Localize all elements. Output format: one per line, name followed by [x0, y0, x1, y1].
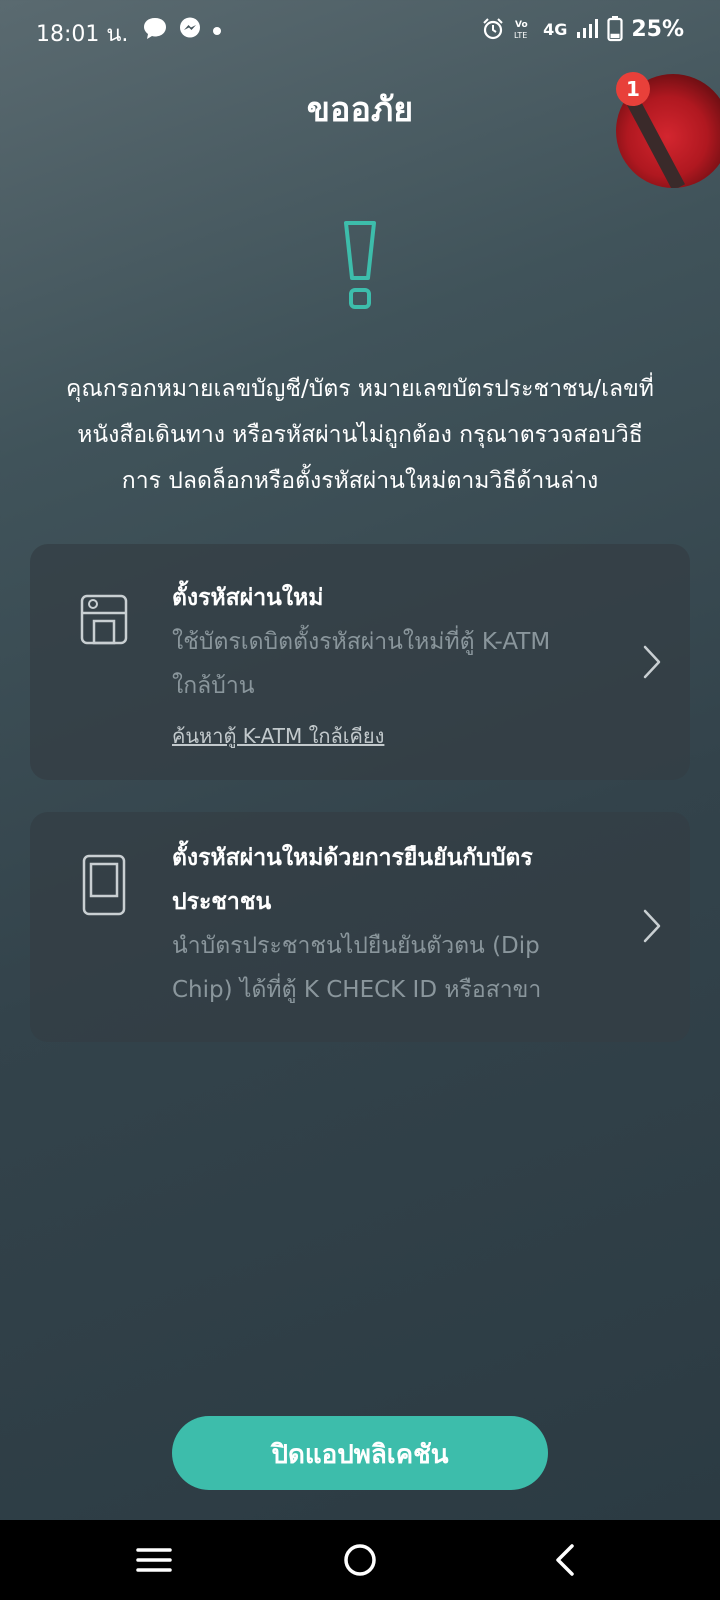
find-atm-link[interactable]: ค้นหาตู้ K-ATM ใกล้เคียง — [172, 720, 384, 752]
option-title: ตั้งรหัสผ่านใหม่ — [172, 585, 324, 611]
option-description: นำบัตรประชาชนไปยืนยันตัวตน (Dip Chip) ได… — [172, 924, 620, 1012]
dot-icon — [212, 21, 222, 40]
status-bar: 18:01 น. Vo LTE 4G 25% — [0, 0, 720, 64]
svg-text:LTE: LTE — [514, 31, 527, 40]
network-type: 4G — [543, 19, 568, 39]
alarm-icon — [481, 17, 505, 41]
reset-password-atm-card[interactable]: ตั้งรหัสผ่านใหม่ ใช้บัตรเดบิตตั้งรหัสผ่า… — [30, 544, 690, 780]
option-description-line: นำบัตรประชาชนไปยืนยันตัวตน (Dip — [172, 933, 540, 959]
option-description-line: ใกล้บ้าน — [172, 673, 255, 699]
option-title-line: ตั้งรหัสผ่านใหม่ด้วยการยืนยันกับบัตร — [172, 845, 533, 871]
home-icon[interactable] — [340, 1542, 380, 1578]
option-description: ใช้บัตรเดบิตตั้งรหัสผ่านใหม่ที่ตู้ K-ATM… — [172, 620, 620, 708]
exclamation-icon — [338, 220, 382, 312]
reset-password-id-card[interactable]: ตั้งรหัสผ่านใหม่ด้วยการยืนยันกับบัตร ประ… — [30, 812, 690, 1042]
option-description-line: ใช้บัตรเดบิตตั้งรหัสผ่านใหม่ที่ตู้ K-ATM — [172, 629, 551, 655]
error-message-line: การ ปลดล็อกหรือตั้งรหัสผ่านใหม่ตามวิธีด้… — [121, 468, 599, 494]
error-message-line: หนังสือเดินทาง หรือรหัสผ่านไม่ถูกต้อง กร… — [77, 422, 643, 448]
navigation-bar — [0, 1520, 720, 1600]
recents-icon[interactable] — [134, 1542, 174, 1578]
id-card-icon — [80, 854, 128, 916]
battery-percent: 25% — [631, 16, 684, 42]
atm-icon — [80, 594, 128, 646]
chevron-right-icon — [642, 908, 662, 944]
option-title: ตั้งรหัสผ่านใหม่ด้วยการยืนยันกับบัตร ประ… — [172, 836, 620, 924]
notification-icons — [142, 16, 232, 44]
status-time: 18:01 น. — [36, 22, 129, 47]
chevron-right-icon — [642, 644, 662, 680]
close-app-button[interactable]: ปิดแอปพลิเคชัน — [172, 1416, 548, 1490]
messenger-icon — [178, 16, 202, 44]
chat-bubble-icon — [142, 16, 168, 44]
error-message: คุณกรอกหมายเลขบัญชี/บัตร หมายเลขบัตรประช… — [24, 366, 696, 504]
signal-icon — [575, 18, 599, 40]
error-message-line: คุณกรอกหมายเลขบัญชี/บัตร หมายเลขบัตรประช… — [66, 376, 654, 402]
back-icon[interactable] — [548, 1542, 588, 1578]
option-title-line: ประชาชน — [172, 889, 272, 915]
page-title: ขออภัย — [306, 90, 414, 130]
system-status: Vo LTE 4G 25% — [473, 16, 684, 42]
option-description-line: Chip) ได้ที่ตู้ K CHECK ID หรือสาขา — [172, 977, 542, 1003]
svg-text:Vo: Vo — [515, 20, 528, 30]
battery-icon — [607, 16, 623, 42]
volte-icon: Vo LTE — [513, 17, 535, 41]
chat-head-badge: 1 — [616, 72, 650, 106]
